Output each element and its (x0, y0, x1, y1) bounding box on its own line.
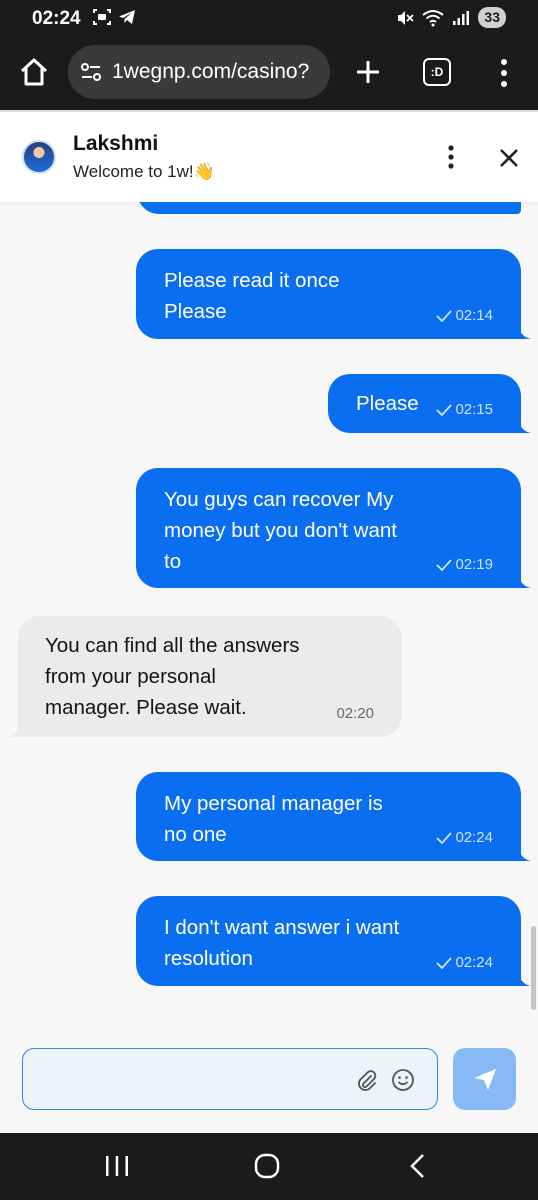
scrollbar-thumb[interactable] (531, 926, 536, 1010)
message-time: 02:20 (336, 705, 374, 722)
new-tab-icon[interactable] (352, 56, 384, 88)
url-text[interactable]: 1wegnp.com/casino? (112, 60, 309, 84)
bubble-tail (515, 849, 531, 861)
system-home-icon[interactable] (254, 1153, 280, 1179)
tab-switcher-button[interactable]: :D (423, 58, 451, 86)
bubble-tail (515, 421, 531, 433)
mute-icon (398, 10, 415, 25)
more-options-icon[interactable] (440, 142, 462, 172)
browser-menu-icon[interactable] (492, 56, 516, 90)
message-time: 02:19 (455, 556, 493, 573)
status-bar: 02:24 33 (0, 0, 538, 36)
wifi-icon (422, 9, 445, 26)
message-bubble: My personal manager is no one 02:24 (136, 772, 531, 861)
screenshot-icon (93, 9, 111, 25)
emoji-icon[interactable] (391, 1068, 415, 1092)
message-meta: 02:24 (436, 829, 493, 847)
status-indicators: 33 (396, 7, 506, 28)
system-navigation-bar (0, 1133, 538, 1200)
bubble-tail (8, 725, 24, 737)
message-bubble: Please read it once Please 02:14 (136, 249, 531, 339)
message-bubble-partial (137, 202, 521, 214)
send-icon (473, 1069, 496, 1090)
status-time: 02:24 (32, 8, 81, 29)
message-bubble: I don't want answer i want resolution 02… (136, 896, 531, 986)
address-bar[interactable]: 1wegnp.com/casino? (68, 45, 330, 99)
status-notification-icons (92, 8, 136, 26)
browser-toolbar: 1wegnp.com/casino? :D (0, 36, 538, 110)
message-time: 02:14 (455, 307, 493, 324)
message-list[interactable]: Please read it once Please 02:14 Please … (0, 202, 538, 1028)
agent-subtitle: Welcome to 1w!👋 (73, 162, 215, 181)
bubble-tail (515, 327, 531, 339)
signal-icon (453, 10, 470, 25)
attachment-icon[interactable] (354, 1068, 378, 1092)
message-bubble: You can find all the answers from your p… (8, 616, 402, 737)
message-meta: 02:20 (336, 705, 374, 723)
agent-avatar (22, 140, 56, 174)
bubble-tail (515, 974, 531, 986)
bubble-tail (515, 576, 531, 588)
battery-indicator: 33 (478, 7, 506, 28)
check-icon (436, 957, 453, 969)
message-text: You can find all the answers from your p… (45, 634, 300, 719)
message-meta: 02:19 (436, 556, 493, 574)
check-icon (436, 559, 453, 571)
message-meta: 02:14 (436, 307, 493, 325)
message-meta: 02:24 (436, 954, 493, 972)
message-composer (0, 1028, 538, 1133)
send-button[interactable] (453, 1048, 516, 1110)
message-time: 02:24 (455, 954, 493, 971)
check-icon (436, 832, 453, 844)
agent-name: Lakshmi (73, 132, 159, 155)
message-time: 02:15 (455, 401, 493, 418)
check-icon (436, 310, 453, 322)
close-icon[interactable] (496, 145, 522, 171)
message-meta: 02:15 (436, 401, 493, 419)
back-icon[interactable] (406, 1153, 430, 1179)
home-icon[interactable] (18, 56, 50, 88)
message-bubble: Please 02:15 (328, 374, 531, 433)
message-time: 02:24 (455, 829, 493, 846)
site-settings-icon[interactable] (80, 62, 102, 82)
message-bubble: You guys can recover My money but you do… (136, 468, 531, 588)
recent-apps-icon[interactable] (104, 1155, 130, 1177)
check-icon (436, 404, 453, 416)
telegram-icon (119, 10, 135, 24)
chat-header: Lakshmi Welcome to 1w!👋 (0, 110, 538, 202)
